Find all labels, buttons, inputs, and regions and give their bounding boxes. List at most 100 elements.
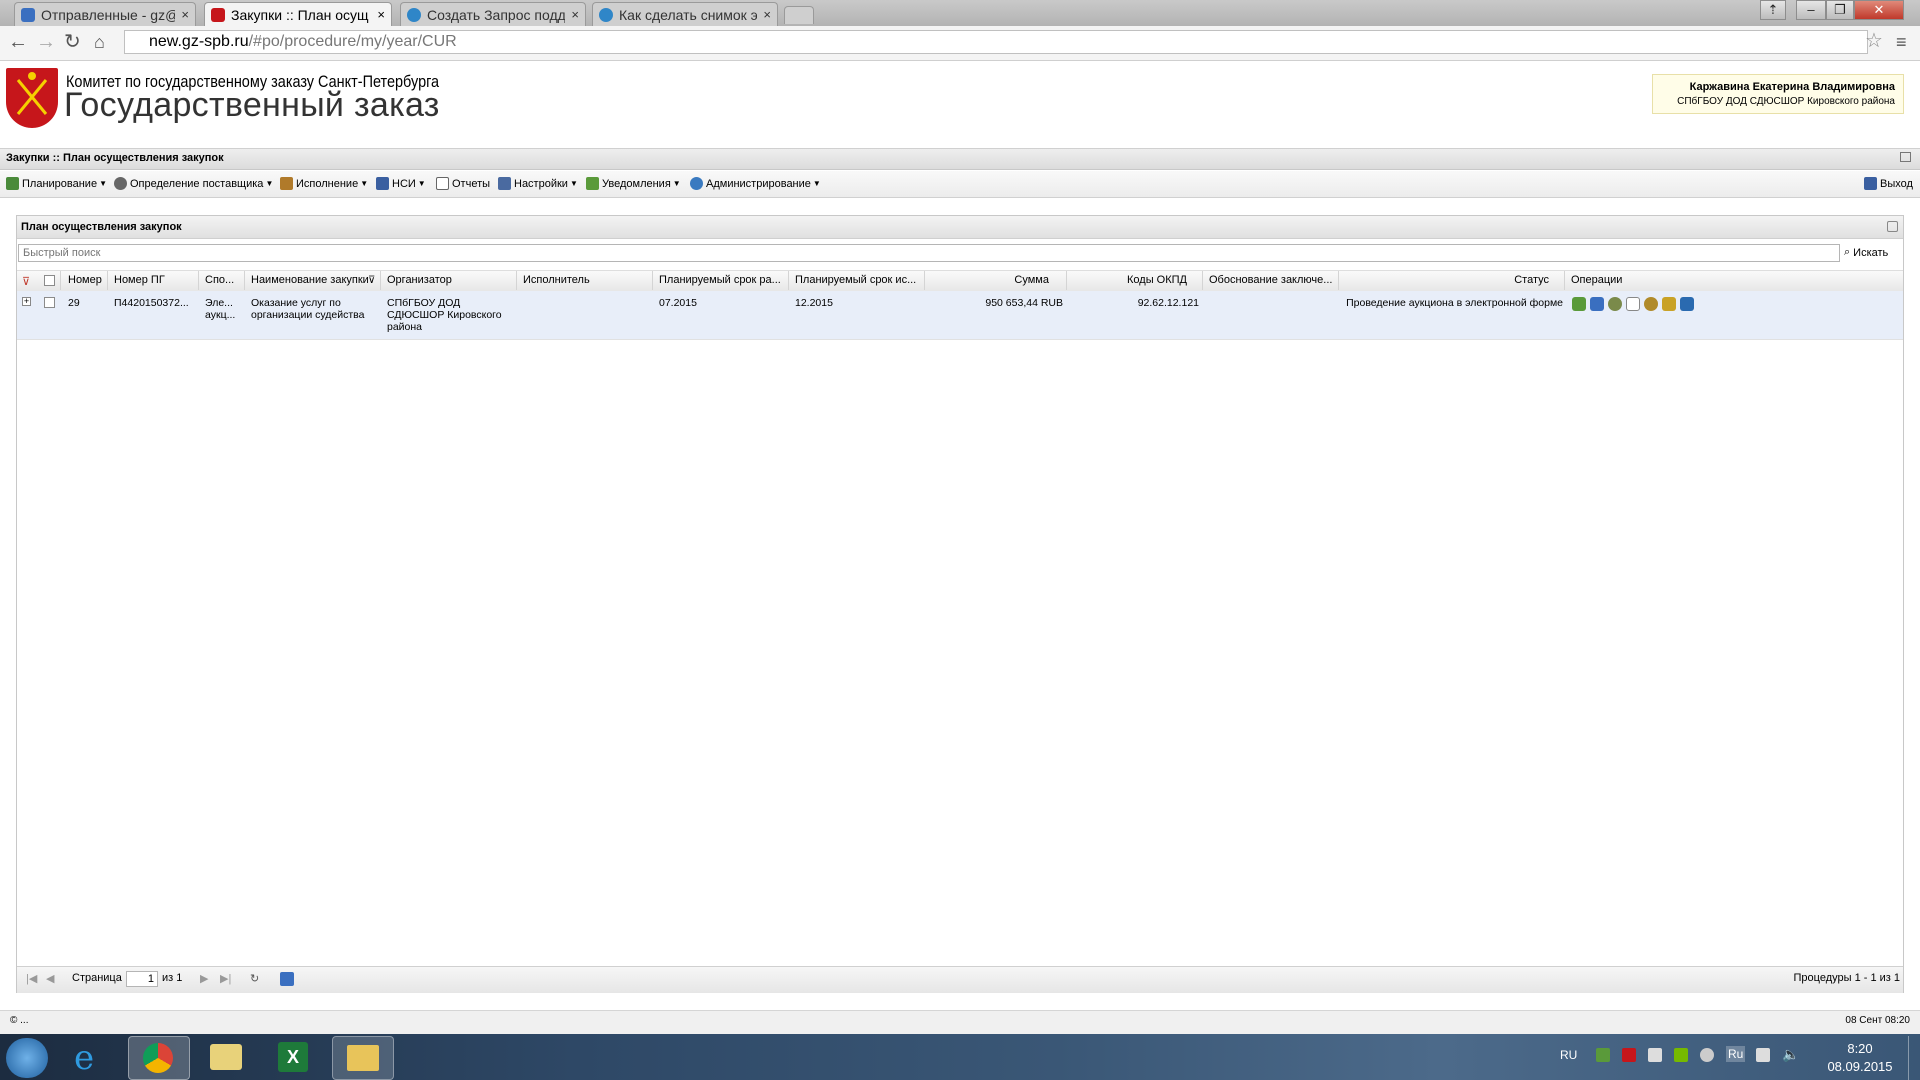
- tab-screenshot-howto[interactable]: Как сделать снимок э ×: [592, 2, 778, 26]
- col-executor[interactable]: Исполнитель: [523, 274, 653, 286]
- taskbar-ie[interactable]: e: [64, 1036, 124, 1078]
- show-desktop-button[interactable]: [1908, 1036, 1920, 1080]
- home-icon[interactable]: ⌂: [94, 32, 105, 52]
- window-close-button[interactable]: ✕: [1854, 0, 1904, 20]
- tray-check-icon[interactable]: [1596, 1048, 1610, 1062]
- row-checkbox[interactable]: [44, 297, 55, 308]
- collapse-icon[interactable]: [1900, 152, 1911, 162]
- tray-nvidia-icon[interactable]: [1674, 1048, 1688, 1062]
- volume-icon[interactable]: 🔈: [1782, 1046, 1799, 1063]
- refresh-icon[interactable]: ↻: [250, 972, 259, 985]
- search-button[interactable]: ⌕ Искать: [1844, 246, 1888, 259]
- page-number-input[interactable]: [126, 971, 158, 987]
- tray-clock[interactable]: 8:20 08.09.2015: [1820, 1040, 1900, 1076]
- user-org: СПбГБОУ ДОД СДЮСШОР Кировского района: [1677, 96, 1895, 107]
- maximize-button[interactable]: ❐: [1826, 0, 1854, 20]
- status-left: © ...: [10, 1015, 29, 1026]
- minimize-button[interactable]: –: [1796, 0, 1826, 20]
- logout-icon: [1864, 177, 1877, 190]
- columns-icon[interactable]: [1680, 297, 1694, 311]
- new-tab-button[interactable]: [784, 6, 814, 24]
- tray-app-icon[interactable]: [1700, 1048, 1714, 1062]
- menu-notifications[interactable]: Уведомления ▼: [586, 177, 681, 190]
- clock-date: 08.09.2015: [1827, 1059, 1893, 1074]
- document-icon[interactable]: [1626, 297, 1640, 311]
- logout-button[interactable]: Выход: [1864, 177, 1913, 190]
- menu-execution[interactable]: Исполнение ▼: [280, 177, 368, 190]
- cell-number: 29: [68, 297, 80, 309]
- tab-sent-mail[interactable]: Отправленные - gz@ ×: [14, 2, 196, 26]
- reload-icon[interactable]: ↻: [64, 32, 81, 52]
- approve-icon[interactable]: [1572, 297, 1586, 311]
- book-icon: [376, 177, 389, 190]
- col-organizer[interactable]: Организатор: [387, 274, 517, 286]
- taskbar-chrome[interactable]: [128, 1036, 190, 1080]
- menu-administration[interactable]: Администрирование ▼: [690, 177, 821, 190]
- clear-filter-icon[interactable]: ⊽: [22, 275, 30, 288]
- next-page-icon[interactable]: ▶: [200, 972, 208, 985]
- col-plan-start[interactable]: Планируемый срок ра...: [659, 274, 787, 286]
- col-operations[interactable]: Операции: [1571, 274, 1671, 286]
- chevron-down-icon: ▼: [265, 179, 274, 188]
- back-arrow-icon[interactable]: ←: [8, 32, 28, 52]
- breadcrumb: Закупки :: План осуществления закупок: [6, 152, 224, 164]
- col-plan-end[interactable]: Планируемый срок ис...: [795, 274, 923, 286]
- paging-toolbar: [17, 966, 1903, 993]
- keyboard-layout-indicator[interactable]: Ru: [1726, 1046, 1746, 1062]
- emblem-icon[interactable]: [1644, 297, 1658, 311]
- select-all-checkbox[interactable]: [44, 275, 55, 286]
- chevron-down-icon: ▼: [99, 179, 107, 188]
- menu-planning[interactable]: Планирование ▼: [6, 177, 107, 190]
- taskbar-explorer-notes[interactable]: [196, 1036, 256, 1078]
- col-status[interactable]: Статус: [1345, 274, 1549, 286]
- close-icon[interactable]: ×: [571, 7, 579, 22]
- close-icon[interactable]: ×: [181, 7, 189, 22]
- url-input[interactable]: new.gz-spb.ru/#po/procedure/my/year/CUR: [124, 30, 1868, 54]
- tray-flag-icon[interactable]: [1622, 1048, 1636, 1062]
- browser-menu-icon[interactable]: ≡: [1896, 32, 1907, 52]
- cell-organizer: СПбГБОУ ДОД СДЮСШОР Кировского района: [387, 297, 502, 333]
- prev-page-icon[interactable]: ◀: [46, 972, 54, 985]
- chart-icon[interactable]: [1590, 297, 1604, 311]
- bookmark-star-icon[interactable]: ☆: [1865, 31, 1883, 51]
- col-okpd[interactable]: Коды ОКПД: [1073, 274, 1187, 286]
- status-bar: [0, 1010, 1920, 1035]
- save-icon[interactable]: [280, 972, 294, 986]
- col-number[interactable]: Номер: [68, 274, 108, 286]
- refresh-panel-icon[interactable]: [1887, 221, 1898, 232]
- filter-icon[interactable]: ⊽: [368, 275, 375, 286]
- col-pg-number[interactable]: Номер ПГ: [114, 274, 198, 286]
- chrome-icon: [143, 1043, 173, 1073]
- col-name[interactable]: Наименование закупки: [251, 274, 371, 286]
- menu-nsi[interactable]: НСИ ▼: [376, 177, 426, 190]
- first-page-icon[interactable]: |◀: [26, 972, 37, 985]
- language-indicator[interactable]: RU: [1560, 1048, 1577, 1062]
- menu-settings[interactable]: Настройки ▼: [498, 177, 578, 190]
- menu-reports[interactable]: Отчеты: [436, 177, 490, 190]
- close-icon[interactable]: ×: [763, 7, 771, 22]
- hourglass-icon[interactable]: [1662, 297, 1676, 311]
- menu-supplier[interactable]: Определение поставщика ▼: [114, 177, 273, 190]
- forward-arrow-icon[interactable]: →: [36, 32, 56, 52]
- taskbar-excel[interactable]: X: [264, 1036, 324, 1078]
- tray-network-icon[interactable]: [1648, 1048, 1662, 1062]
- gears-icon: [114, 177, 127, 190]
- col-sum[interactable]: Сумма: [931, 274, 1049, 286]
- tray-display-icon[interactable]: [1756, 1048, 1770, 1062]
- close-icon[interactable]: ×: [377, 7, 385, 22]
- page-total: из 1: [162, 972, 183, 984]
- last-page-icon[interactable]: ▶|: [220, 972, 231, 985]
- quick-search-input[interactable]: [18, 244, 1840, 262]
- site-favicon-icon: [211, 7, 225, 22]
- user-icon[interactable]: ⇡: [1760, 0, 1786, 20]
- col-basis[interactable]: Обоснование заключе...: [1209, 274, 1337, 286]
- cell-method: Эле... аукц...: [205, 297, 236, 321]
- tab-procurement-plan[interactable]: Закупки :: План осущ ×: [204, 2, 392, 26]
- taskbar-folder[interactable]: [332, 1036, 394, 1080]
- gear-icon[interactable]: [1608, 297, 1622, 311]
- tab-support-request[interactable]: Создать Запрос подд ×: [400, 2, 586, 26]
- expand-row-icon[interactable]: +: [22, 297, 31, 306]
- start-button[interactable]: [6, 1038, 48, 1078]
- col-method[interactable]: Спо...: [205, 274, 243, 286]
- cell-plan-end: 12.2015: [795, 297, 833, 309]
